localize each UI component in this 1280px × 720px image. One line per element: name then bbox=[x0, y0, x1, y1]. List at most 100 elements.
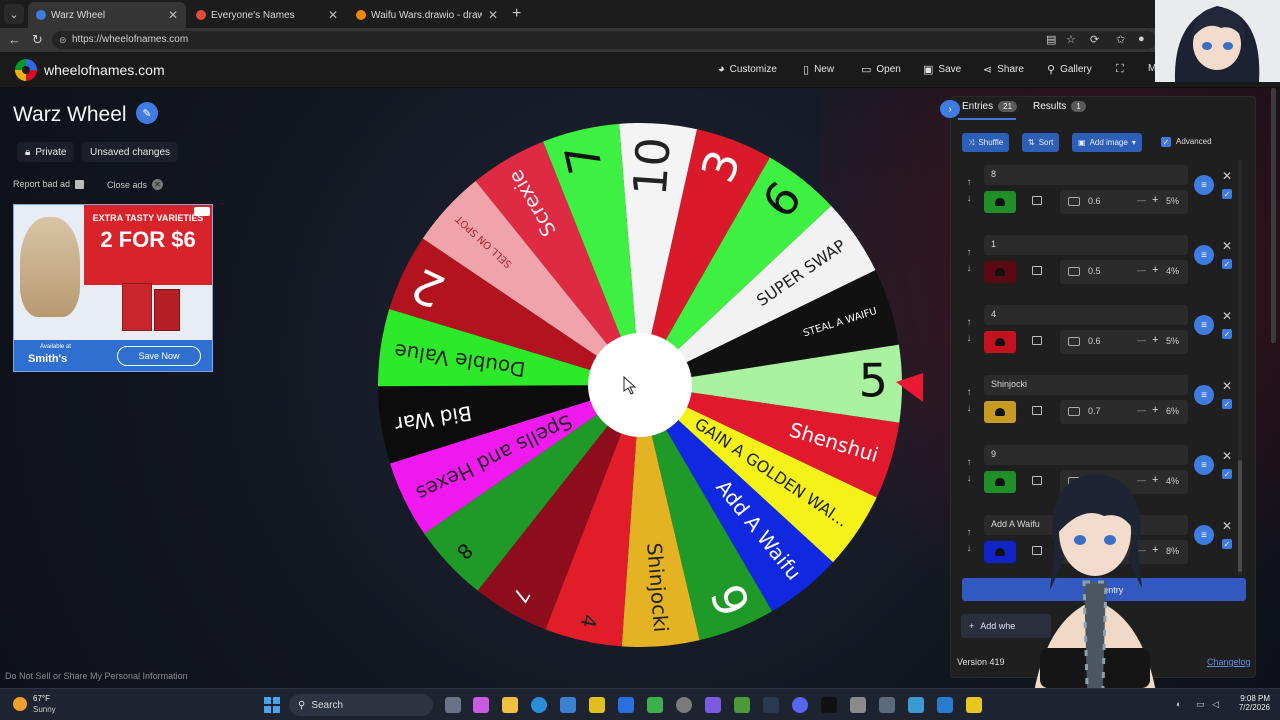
ad-save-now-button[interactable]: Save Now bbox=[117, 346, 201, 366]
ad-choices-icon[interactable] bbox=[194, 207, 210, 216]
customize-button[interactable]: ◕ Customize bbox=[718, 63, 777, 75]
changelog-link[interactable]: Changelog bbox=[1207, 657, 1251, 667]
entry-name-field[interactable]: 4 bbox=[984, 305, 1188, 325]
entry-settings-icon[interactable]: ≡ bbox=[1194, 455, 1214, 475]
calculator-icon[interactable] bbox=[879, 697, 895, 713]
gallery-button[interactable]: ⚲ Gallery bbox=[1047, 63, 1092, 76]
copilot-icon[interactable] bbox=[473, 697, 489, 713]
shuffle-button[interactable]: ⤨ Shuffle bbox=[962, 133, 1010, 152]
profile-icon[interactable]: ● bbox=[1138, 33, 1145, 45]
entry-settings-icon[interactable]: ≡ bbox=[1194, 525, 1214, 545]
remove-entry-close-icon[interactable]: ✕ bbox=[1222, 239, 1232, 253]
remove-entry-close-icon[interactable]: ✕ bbox=[1222, 449, 1232, 463]
volume-icon[interactable]: ◁ bbox=[1212, 699, 1219, 710]
remove-entry-close-icon[interactable]: ✕ bbox=[1222, 519, 1232, 533]
browser-tab[interactable]: Everyone's Names ✕ bbox=[188, 2, 346, 28]
weight-decrease-button[interactable]: — bbox=[1137, 405, 1146, 415]
weather-condition[interactable]: Sunny bbox=[33, 705, 56, 714]
entry-image-icon[interactable] bbox=[1032, 406, 1042, 415]
entry-enabled-checkbox[interactable]: ✓ bbox=[1222, 399, 1232, 409]
wheel-logo-icon[interactable] bbox=[15, 59, 37, 81]
entry-image-icon[interactable] bbox=[1032, 266, 1042, 275]
weight-increase-button[interactable]: + bbox=[1152, 194, 1158, 206]
favorites-list-icon[interactable]: ✩ bbox=[1116, 33, 1125, 46]
app-icon[interactable] bbox=[966, 697, 982, 713]
entry-color-swatch[interactable] bbox=[984, 331, 1016, 353]
private-toggle[interactable]: 🔒︎ Private bbox=[17, 142, 75, 162]
app-icon[interactable] bbox=[908, 697, 924, 713]
reorder-arrows-icon[interactable]: ↑ ↓ bbox=[962, 245, 976, 277]
open-button[interactable]: ▭ Open bbox=[861, 63, 901, 76]
reorder-arrows-icon[interactable]: ↑ ↓ bbox=[962, 175, 976, 207]
app-icon[interactable] bbox=[850, 697, 866, 713]
app-icon[interactable] bbox=[763, 697, 779, 713]
tab-entries[interactable]: Entries 21 bbox=[962, 101, 1018, 112]
network-icon[interactable]: ▭ bbox=[1196, 699, 1205, 710]
entry-name-field[interactable]: 1 bbox=[984, 235, 1188, 255]
reader-mode-icon[interactable]: ▤ bbox=[1046, 33, 1056, 46]
weight-increase-button[interactable]: + bbox=[1152, 334, 1158, 346]
privacy-link[interactable]: Do Not Sell or Share My Personal Informa… bbox=[5, 671, 188, 681]
weight-decrease-button[interactable]: — bbox=[1137, 335, 1146, 345]
wheel-center-hub[interactable] bbox=[588, 333, 692, 437]
advanced-checkbox[interactable]: ✓ bbox=[1161, 137, 1171, 147]
sort-button[interactable]: ⇅ Sort bbox=[1022, 133, 1060, 152]
new-button[interactable]: ▯ New bbox=[803, 63, 834, 76]
entry-settings-icon[interactable]: ≡ bbox=[1194, 385, 1214, 405]
weather-sun-icon[interactable] bbox=[13, 697, 27, 711]
entry-settings-icon[interactable]: ≡ bbox=[1194, 175, 1214, 195]
task-view-icon[interactable] bbox=[445, 697, 461, 713]
entry-color-swatch[interactable] bbox=[984, 191, 1016, 213]
tab-actions-menu[interactable]: ⌄ bbox=[4, 4, 24, 24]
entry-image-icon[interactable] bbox=[1032, 336, 1042, 345]
app-icon[interactable] bbox=[937, 697, 953, 713]
site-info-icon[interactable]: ⊜ bbox=[59, 31, 67, 49]
report-bad-ad-link[interactable]: Report bad ad bbox=[13, 179, 85, 189]
site-name[interactable]: wheelofnames.com bbox=[44, 62, 165, 78]
taskbar-clock[interactable]: 9:08 PM 7/2/2026 bbox=[1226, 694, 1270, 712]
reorder-arrows-icon[interactable]: ↑ ↓ bbox=[962, 315, 976, 347]
close-icon[interactable]: ✕ bbox=[168, 8, 178, 22]
entry-weight-value[interactable]: 0.6 bbox=[1088, 196, 1101, 206]
browser-tab[interactable]: Warz Wheel ✕ bbox=[28, 2, 186, 28]
url-field[interactable]: ⊜ https://wheelofnames.com bbox=[52, 31, 1156, 49]
advertisement[interactable]: EXTRA TASTY VARIETIES 2 FOR $6 Available… bbox=[13, 204, 213, 372]
page-scrollbar[interactable] bbox=[1271, 88, 1276, 343]
entry-enabled-checkbox[interactable]: ✓ bbox=[1222, 189, 1232, 199]
minecraft-icon[interactable] bbox=[734, 697, 750, 713]
entries-scrollbar-thumb[interactable] bbox=[1238, 460, 1242, 572]
taskbar-search[interactable]: ⚲ Search bbox=[289, 694, 433, 716]
weight-decrease-button[interactable]: — bbox=[1137, 265, 1146, 275]
close-icon[interactable]: ✕ bbox=[328, 8, 338, 22]
reorder-arrows-icon[interactable]: ↑ ↓ bbox=[962, 525, 976, 557]
spinning-wheel[interactable]: 10 36SUPER SWAPSTEAL A WAIFU5ShenshuiGAIN… bbox=[370, 115, 923, 655]
notes-icon[interactable] bbox=[589, 697, 605, 713]
remove-entry-close-icon[interactable]: ✕ bbox=[1222, 309, 1232, 323]
microphone-icon[interactable]: ◐ bbox=[1176, 699, 1181, 709]
entry-weight-value[interactable]: 0.6 bbox=[1088, 336, 1101, 346]
entry-name-field[interactable]: 8 bbox=[984, 165, 1188, 185]
share-button[interactable]: ⋖ Share bbox=[983, 63, 1024, 76]
windows-start-icon[interactable] bbox=[264, 697, 280, 713]
remove-entry-close-icon[interactable]: ✕ bbox=[1222, 169, 1232, 183]
reorder-arrows-icon[interactable]: ↑ ↓ bbox=[962, 455, 976, 487]
reorder-arrows-icon[interactable]: ↑ ↓ bbox=[962, 385, 976, 417]
entry-enabled-checkbox[interactable]: ✓ bbox=[1222, 539, 1232, 549]
store-icon[interactable] bbox=[560, 697, 576, 713]
collapse-panel-chevron-icon[interactable]: › bbox=[940, 100, 960, 118]
extensions-icon[interactable]: ⟳ bbox=[1090, 33, 1099, 46]
fullscreen-button[interactable]: ⛶ bbox=[1116, 63, 1124, 76]
entry-weight-value[interactable]: 0.7 bbox=[1088, 406, 1101, 416]
entry-settings-icon[interactable]: ≡ bbox=[1194, 315, 1214, 335]
app-icon[interactable] bbox=[821, 697, 837, 713]
app-icon[interactable] bbox=[676, 697, 692, 713]
add-image-button[interactable]: ▣ Add image ▾ bbox=[1072, 133, 1142, 152]
new-tab-plus-icon[interactable]: + bbox=[512, 5, 521, 23]
weight-decrease-button[interactable]: — bbox=[1137, 195, 1146, 205]
reload-icon[interactable]: ↻ bbox=[32, 32, 43, 48]
entry-name-field[interactable]: Shinjocki bbox=[984, 375, 1188, 395]
entry-name-field[interactable]: 9 bbox=[984, 445, 1188, 465]
entry-enabled-checkbox[interactable]: ✓ bbox=[1222, 259, 1232, 269]
weight-increase-button[interactable]: + bbox=[1152, 264, 1158, 276]
entry-settings-icon[interactable]: ≡ bbox=[1194, 245, 1214, 265]
